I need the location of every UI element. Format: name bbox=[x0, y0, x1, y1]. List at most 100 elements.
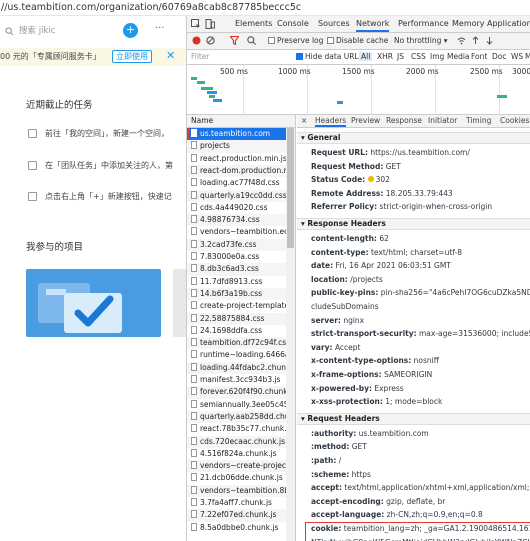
filter-type-media[interactable]: Media bbox=[447, 52, 470, 61]
task-item[interactable]: 前往「我的空间」，新建一个空间， bbox=[28, 128, 169, 139]
filter-type-js[interactable]: JS bbox=[397, 52, 404, 61]
request-row[interactable]: 3.2cad73fe.css bbox=[187, 238, 295, 251]
request-name: vendors~teambition.ec014 bbox=[200, 227, 296, 237]
name-column-header[interactable]: Name bbox=[187, 115, 296, 128]
search-icon[interactable] bbox=[247, 36, 256, 47]
export-icon[interactable] bbox=[485, 36, 494, 47]
request-row[interactable]: forever.620f4f90.chunk.js bbox=[187, 386, 295, 399]
request-row[interactable]: react-dom.production.min bbox=[187, 164, 295, 178]
request-name: 3.2cad73fe.css bbox=[200, 239, 257, 249]
filter-type-all[interactable]: All bbox=[359, 52, 373, 61]
filter-type-ws[interactable]: WS bbox=[511, 52, 523, 61]
request-name: react.78b35c77.chunk.js bbox=[200, 424, 293, 434]
response-headers-section-header[interactable]: ▾ Response Headers bbox=[297, 218, 530, 230]
task-checkbox[interactable] bbox=[28, 192, 37, 201]
tab-sources[interactable]: Sources bbox=[318, 19, 350, 28]
top-bar: 搜索 jikic + ··· bbox=[0, 22, 186, 40]
inspect-icon[interactable] bbox=[191, 19, 201, 31]
request-row[interactable]: quarterly.aab258dd.chunk. bbox=[187, 410, 295, 424]
request-row[interactable]: react.78b35c77.chunk.js bbox=[187, 423, 295, 435]
request-row[interactable]: 22.58875884.css bbox=[187, 312, 295, 325]
task-checkbox[interactable] bbox=[28, 129, 37, 138]
close-icon[interactable]: ✕ bbox=[166, 49, 175, 62]
recent-tasks-title: 近期截止的任务 bbox=[26, 100, 93, 111]
tab-console[interactable]: Console bbox=[277, 19, 309, 28]
request-row[interactable]: manifest.3cc934b3.js bbox=[187, 374, 295, 386]
filter-icon[interactable] bbox=[229, 35, 240, 47]
tab-preview[interactable]: Preview bbox=[351, 116, 380, 125]
general-section-header[interactable]: ▾ General bbox=[297, 132, 530, 144]
network-overview-timeline[interactable]: 500 ms 1000 ms 1500 ms 2000 ms 2500 ms 3… bbox=[187, 65, 530, 115]
tab-response[interactable]: Response bbox=[386, 116, 422, 125]
hide-data-urls-toggle[interactable]: Hide data URLs bbox=[296, 52, 363, 61]
request-name: 8.5a0dbbe0.chunk.js bbox=[200, 522, 279, 532]
use-now-button[interactable]: 立即使用 bbox=[112, 50, 152, 63]
request-name: 14.b6f3a19b.css bbox=[200, 288, 263, 298]
tab-memory[interactable]: Memory bbox=[452, 19, 485, 28]
tab-elements[interactable]: Elements bbox=[235, 19, 272, 28]
request-row[interactable]: teambition.df72c94f.css bbox=[187, 337, 295, 350]
close-detail-icon[interactable]: × bbox=[301, 116, 307, 125]
header-value: https bbox=[351, 469, 371, 479]
preserve-log-toggle[interactable]: Preserve log bbox=[268, 36, 323, 45]
filter-type-font[interactable]: Font bbox=[471, 52, 487, 61]
request-row[interactable]: 8.5a0dbbe0.chunk.js bbox=[187, 522, 295, 534]
request-row[interactable]: runtime~loading.6466a0b. bbox=[187, 349, 295, 361]
tab-initiator[interactable]: Initiator bbox=[428, 116, 457, 125]
tab-application[interactable]: Application bbox=[487, 19, 530, 28]
request-row[interactable]: 8.db3c6ad3.css bbox=[187, 263, 295, 276]
tab-performance[interactable]: Performance bbox=[398, 19, 449, 28]
project-card[interactable] bbox=[173, 269, 186, 337]
filter-input[interactable]: Filter bbox=[191, 52, 210, 61]
request-row[interactable]: create-project-template~t bbox=[187, 300, 295, 312]
task-item[interactable]: 在「团队任务」中添加关注的人，第 bbox=[28, 160, 173, 171]
tab-timing[interactable]: Timing bbox=[466, 116, 491, 125]
request-row[interactable]: 21.dcb06dde.chunk.js bbox=[187, 472, 295, 484]
request-row[interactable]: cds.720ecaac.chunk.js bbox=[187, 435, 295, 448]
task-checkbox[interactable] bbox=[28, 161, 37, 170]
request-row[interactable]: semiannually.3ee05c45.ch bbox=[187, 399, 295, 411]
request-row[interactable]: projects bbox=[187, 140, 295, 153]
request-row[interactable]: quarterly.a19cc0dd.css bbox=[187, 189, 295, 202]
request-row[interactable]: 4.516f824a.chunk.js bbox=[187, 448, 295, 460]
import-icon[interactable] bbox=[471, 36, 480, 47]
clear-icon[interactable] bbox=[206, 36, 215, 47]
request-headers-section-header[interactable]: ▾ Request Headers bbox=[297, 412, 530, 425]
request-row[interactable]: 24.1698ddfa.css bbox=[187, 325, 295, 337]
request-row[interactable]: 7.22ef07ed.chunk.js bbox=[187, 509, 295, 522]
tab-cookies[interactable]: Cookies bbox=[500, 116, 529, 125]
scrollbar-thumb[interactable] bbox=[287, 128, 294, 248]
request-row[interactable]: 14.b6f3a19b.css bbox=[187, 287, 295, 301]
address-bar[interactable]: //us.teambition.com/organization/60769a8… bbox=[0, 0, 530, 16]
task-item[interactable]: 点击右上角「+」新建按钮，快速记 bbox=[28, 191, 172, 202]
request-row[interactable]: 4.98876734.css bbox=[187, 214, 295, 227]
tab-headers[interactable]: Headers bbox=[315, 116, 347, 127]
request-row[interactable]: loading.44fdabc2.chunk.js bbox=[187, 361, 295, 374]
search-input[interactable]: 搜索 jikic bbox=[2, 23, 112, 39]
device-toolbar-icon[interactable] bbox=[205, 19, 215, 31]
request-row[interactable]: 7.83000e0a.css bbox=[187, 251, 295, 263]
request-row[interactable]: vendors~teambition.8b3f8 bbox=[187, 484, 295, 497]
filter-type-img[interactable]: Img bbox=[430, 52, 444, 61]
request-row[interactable]: 11.7dfd8913.css bbox=[187, 276, 295, 288]
request-row[interactable]: loading.ac77f48d.css bbox=[187, 177, 295, 189]
project-card[interactable] bbox=[26, 269, 161, 337]
more-icon[interactable]: ··· bbox=[155, 23, 165, 34]
request-row[interactable]: 3.7fa4aff7.chunk.js bbox=[187, 497, 295, 509]
filter-type-doc[interactable]: Doc bbox=[492, 52, 507, 61]
filter-type-xhr[interactable]: XHR bbox=[377, 52, 393, 61]
filter-type-manifest[interactable]: M bbox=[525, 52, 530, 61]
file-icon bbox=[191, 165, 197, 174]
request-row[interactable]: vendors~create-project-te bbox=[187, 460, 295, 473]
filter-type-css[interactable]: CSS bbox=[411, 52, 426, 61]
record-icon[interactable] bbox=[192, 36, 201, 47]
request-row[interactable]: react.production.min.js bbox=[187, 153, 295, 165]
highlight-box bbox=[305, 522, 530, 541]
online-icon[interactable] bbox=[457, 36, 466, 47]
disable-cache-toggle[interactable]: Disable cache bbox=[327, 36, 388, 45]
tab-network[interactable]: Network bbox=[356, 19, 390, 32]
create-button[interactable]: + bbox=[123, 23, 138, 38]
request-row[interactable]: cds.4a449020.css bbox=[187, 202, 295, 214]
request-row[interactable]: vendors~teambition.ec014 bbox=[187, 226, 296, 238]
throttling-select[interactable]: No throttling ▾ bbox=[394, 36, 448, 45]
